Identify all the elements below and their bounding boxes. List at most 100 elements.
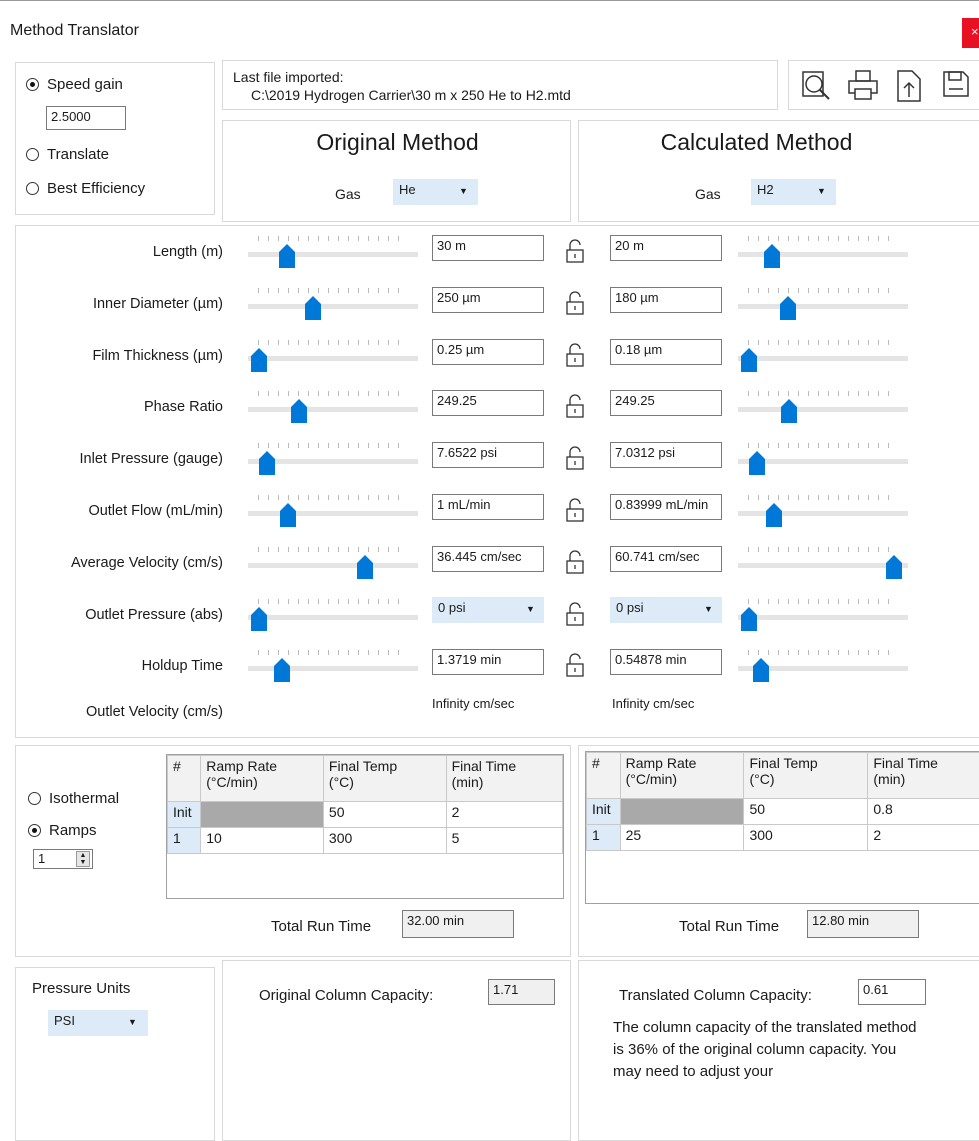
table-cell[interactable]: 50 xyxy=(322,801,447,828)
slider-thumb[interactable] xyxy=(766,503,782,527)
lock-icon[interactable] xyxy=(566,498,584,522)
lock-icon[interactable] xyxy=(566,394,584,418)
slider-thumb[interactable] xyxy=(279,244,295,268)
calculated-outlet-pressure-slider[interactable] xyxy=(738,597,908,637)
slider-track[interactable] xyxy=(248,615,418,620)
spin-down-icon[interactable]: ▼ xyxy=(80,859,87,866)
lock-icon[interactable] xyxy=(566,446,584,470)
table-cell[interactable]: 2 xyxy=(445,801,563,828)
original-phase-ratio-slider[interactable] xyxy=(248,389,418,429)
calculated-phase-ratio-slider[interactable] xyxy=(738,389,908,429)
original-length-slider[interactable] xyxy=(248,234,418,274)
slider-thumb[interactable] xyxy=(753,658,769,682)
slider-thumb[interactable] xyxy=(886,555,902,579)
slider-track[interactable] xyxy=(248,511,418,516)
original-average-velocity-field[interactable]: 36.445 cm/sec xyxy=(432,546,544,572)
original-holdup-time-slider[interactable] xyxy=(248,648,418,688)
calculated-phase-ratio-field[interactable]: 249.25 xyxy=(610,390,722,416)
lock-icon[interactable] xyxy=(566,343,584,367)
isothermal-radio[interactable] xyxy=(28,792,41,805)
original-length-field[interactable]: 30 m xyxy=(432,235,544,261)
original-inlet-pressure-slider[interactable] xyxy=(248,441,418,481)
lock-icon[interactable] xyxy=(566,550,584,574)
original-average-velocity-slider[interactable] xyxy=(248,545,418,585)
original-film-thickness-slider[interactable] xyxy=(248,338,418,378)
slider-track[interactable] xyxy=(738,356,908,361)
slider-track[interactable] xyxy=(738,407,908,412)
calculated-inlet-pressure-slider[interactable] xyxy=(738,441,908,481)
slider-track[interactable] xyxy=(248,356,418,361)
ramps-option[interactable]: Ramps xyxy=(28,822,97,839)
lock-icon[interactable] xyxy=(566,602,584,626)
pressure-units-select[interactable]: PSI ▼ xyxy=(48,1010,148,1036)
slider-thumb[interactable] xyxy=(280,503,296,527)
original-outlet-pressure-slider[interactable] xyxy=(248,597,418,637)
save-icon[interactable] xyxy=(941,69,971,99)
speed-gain-option[interactable]: Speed gain xyxy=(26,76,123,93)
close-button[interactable]: × xyxy=(962,18,979,48)
original-inner-diameter-field[interactable]: 250 µm xyxy=(432,287,544,313)
slider-thumb[interactable] xyxy=(305,296,321,320)
table-cell[interactable]: 25 xyxy=(619,824,745,851)
speed-gain-input[interactable]: 2.5000 xyxy=(46,106,126,130)
lock-icon[interactable] xyxy=(566,291,584,315)
slider-thumb[interactable] xyxy=(251,348,267,372)
ramps-radio[interactable] xyxy=(28,824,41,837)
calculated-gas-select[interactable]: H2 ▼ xyxy=(751,179,836,205)
slider-track[interactable] xyxy=(738,511,908,516)
table-cell[interactable]: 2 xyxy=(867,824,979,851)
lock-icon[interactable] xyxy=(566,239,584,263)
slider-thumb[interactable] xyxy=(781,399,797,423)
slider-track[interactable] xyxy=(248,407,418,412)
calculated-length-field[interactable]: 20 m xyxy=(610,235,722,261)
table-cell[interactable] xyxy=(619,798,745,825)
export-icon[interactable] xyxy=(895,69,923,103)
original-outlet-flow-slider[interactable] xyxy=(248,493,418,533)
table-cell[interactable]: 300 xyxy=(322,827,447,854)
original-outlet-flow-field[interactable]: 1 mL/min xyxy=(432,494,544,520)
slider-thumb[interactable] xyxy=(357,555,373,579)
speed-gain-radio[interactable] xyxy=(26,78,39,91)
original-phase-ratio-field[interactable]: 249.25 xyxy=(432,390,544,416)
original-outlet-pressure-select[interactable]: 0 psi ▼ xyxy=(432,597,544,623)
slider-thumb[interactable] xyxy=(259,451,275,475)
translate-radio[interactable] xyxy=(26,148,39,161)
slider-thumb[interactable] xyxy=(741,348,757,372)
slider-track[interactable] xyxy=(248,563,418,568)
table-cell[interactable] xyxy=(200,801,324,828)
slider-track[interactable] xyxy=(738,615,908,620)
slider-track[interactable] xyxy=(738,563,908,568)
table-cell[interactable]: 0.8 xyxy=(867,798,979,825)
slider-thumb[interactable] xyxy=(749,451,765,475)
best-efficiency-option[interactable]: Best Efficiency xyxy=(26,180,145,197)
best-efficiency-radio[interactable] xyxy=(26,182,39,195)
slider-thumb[interactable] xyxy=(291,399,307,423)
calculated-holdup-time-slider[interactable] xyxy=(738,648,908,688)
table-cell[interactable]: 5 xyxy=(445,827,563,854)
slider-thumb[interactable] xyxy=(764,244,780,268)
slider-track[interactable] xyxy=(248,252,418,257)
spin-up-icon[interactable]: ▲ xyxy=(80,852,87,859)
search-icon[interactable] xyxy=(801,69,831,101)
translate-option[interactable]: Translate xyxy=(26,146,109,163)
slider-thumb[interactable] xyxy=(251,607,267,631)
slider-thumb[interactable] xyxy=(780,296,796,320)
calculated-average-velocity-slider[interactable] xyxy=(738,545,908,585)
calculated-average-velocity-field[interactable]: 60.741 cm/sec xyxy=(610,546,722,572)
original-inner-diameter-slider[interactable] xyxy=(248,286,418,326)
calculated-length-slider[interactable] xyxy=(738,234,908,274)
slider-track[interactable] xyxy=(248,304,418,309)
slider-thumb[interactable] xyxy=(741,607,757,631)
calculated-outlet-pressure-select[interactable]: 0 psi ▼ xyxy=(610,597,722,623)
slider-track[interactable] xyxy=(738,304,908,309)
calculated-inner-diameter-field[interactable]: 180 µm xyxy=(610,287,722,313)
original-gas-select[interactable]: He ▼ xyxy=(393,179,478,205)
calculated-outlet-flow-slider[interactable] xyxy=(738,493,908,533)
table-cell[interactable]: 50 xyxy=(743,798,869,825)
lock-icon[interactable] xyxy=(566,653,584,677)
table-cell[interactable]: 300 xyxy=(743,824,869,851)
original-inlet-pressure-field[interactable]: 7.6522 psi xyxy=(432,442,544,468)
calculated-holdup-time-field[interactable]: 0.54878 min xyxy=(610,649,722,675)
print-icon[interactable] xyxy=(847,69,879,101)
table-cell[interactable]: 10 xyxy=(200,827,324,854)
